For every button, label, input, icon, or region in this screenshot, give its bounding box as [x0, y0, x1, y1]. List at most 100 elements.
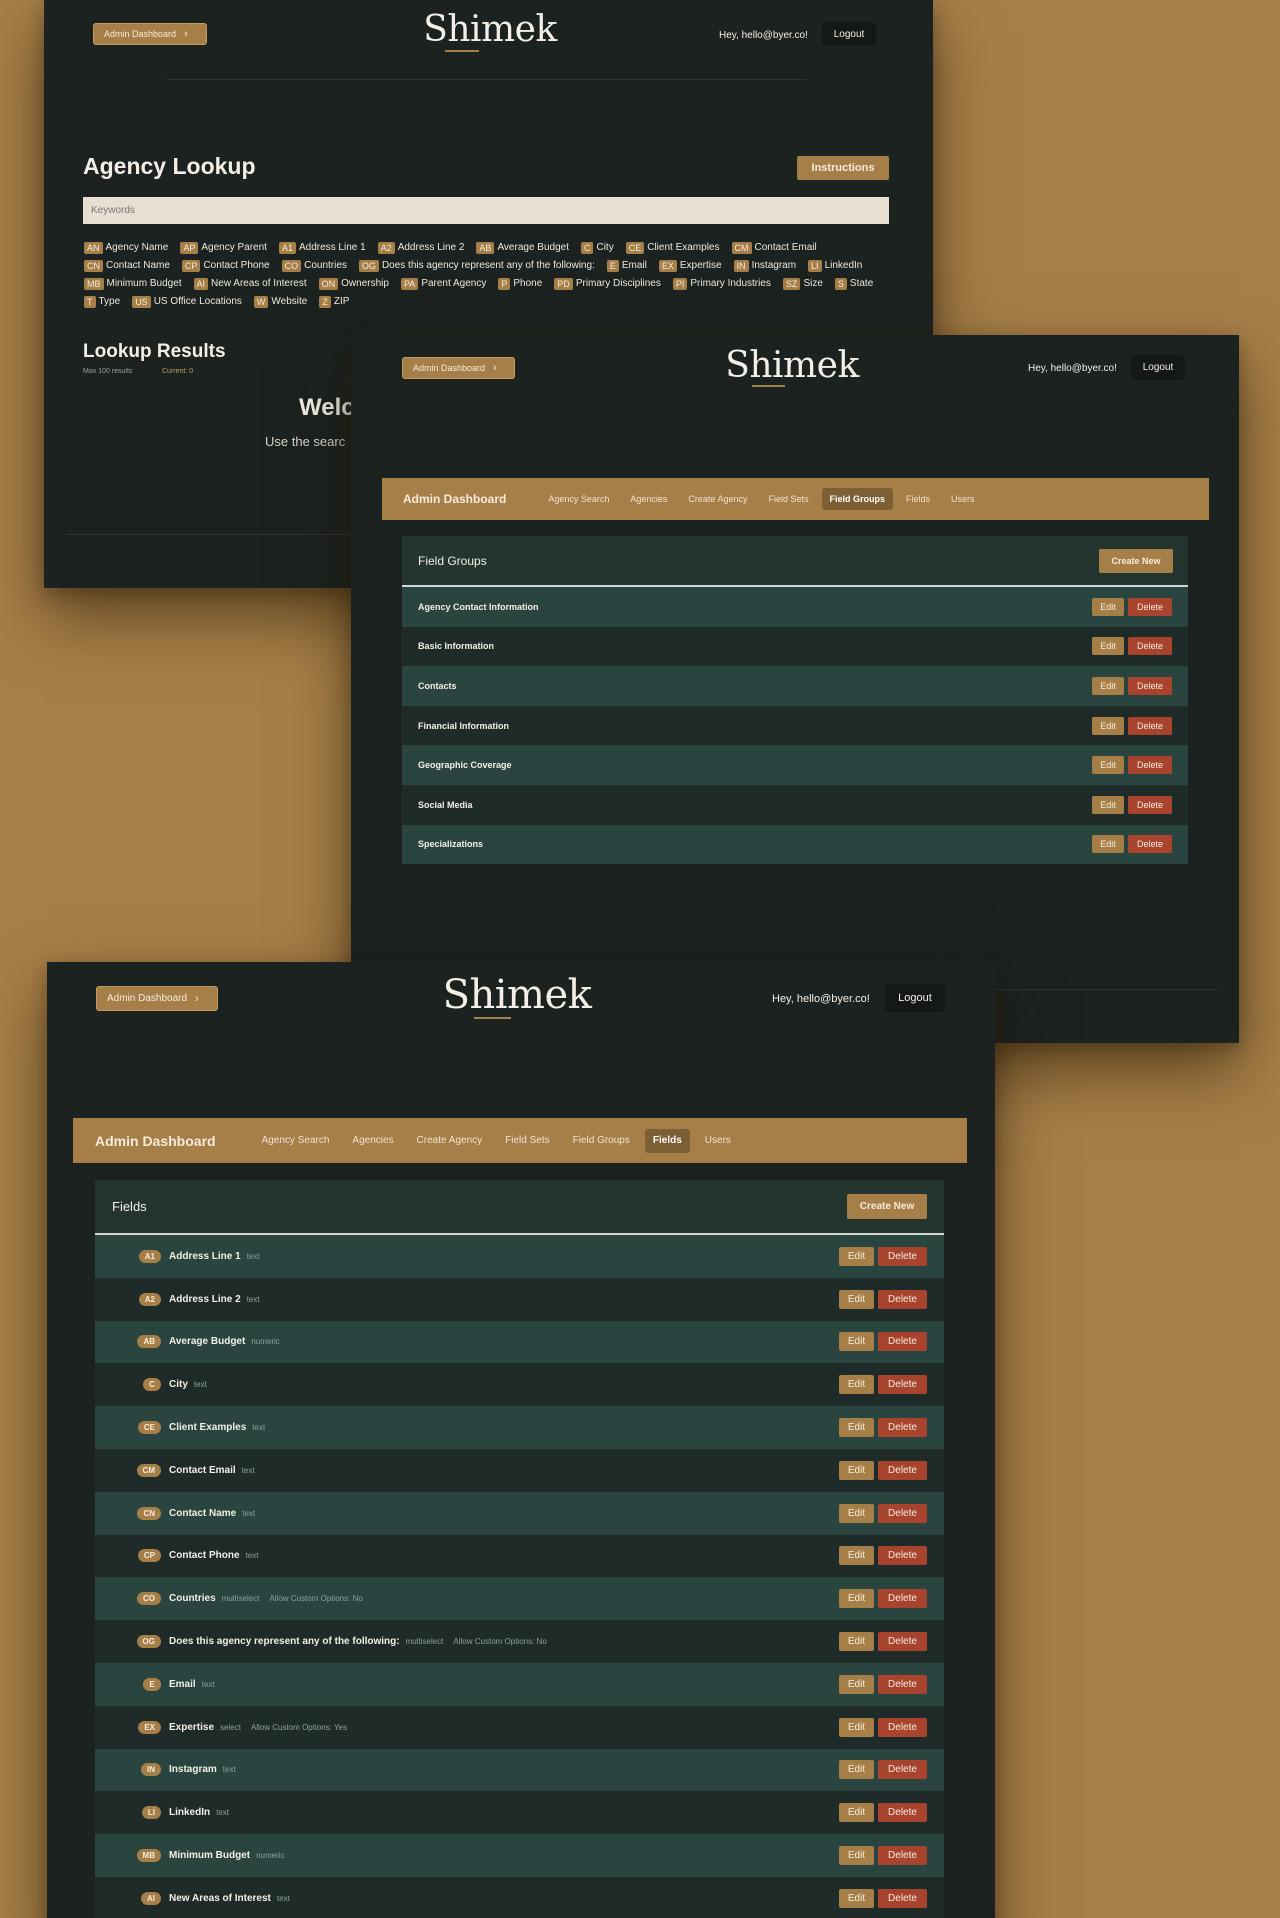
delete-button[interactable]: Delete [1128, 716, 1172, 735]
delete-button[interactable]: Delete [1128, 835, 1172, 854]
legend-item-client-examples[interactable]: CE Client Examples [625, 241, 720, 255]
delete-button[interactable]: Delete [878, 1332, 927, 1352]
legend-item-ownership[interactable]: ON Ownership [318, 277, 389, 291]
edit-button[interactable]: Edit [839, 1888, 874, 1908]
delete-button[interactable]: Delete [878, 1846, 927, 1866]
edit-button[interactable]: Edit [1092, 637, 1124, 656]
legend-item-expertise[interactable]: EX Expertise [658, 259, 722, 273]
legend-item-parent-agency[interactable]: PA Parent Agency [400, 277, 486, 291]
legend-item-zip[interactable]: Z ZIP [319, 295, 349, 309]
tab-agency-search[interactable]: Agency Search [254, 1129, 338, 1153]
legend-item-countries[interactable]: CO Countries [281, 259, 347, 273]
delete-button[interactable]: Delete [878, 1632, 927, 1652]
logout-button[interactable]: Logout [822, 22, 876, 46]
legend-item-size[interactable]: SZ Size [782, 277, 823, 291]
edit-button[interactable]: Edit [839, 1418, 874, 1438]
edit-button[interactable]: Edit [839, 1846, 874, 1866]
tab-field-sets[interactable]: Field Sets [497, 1129, 557, 1153]
edit-button[interactable]: Edit [839, 1375, 874, 1395]
edit-button[interactable]: Edit [839, 1546, 874, 1566]
legend-item-city[interactable]: C City [580, 241, 614, 255]
edit-button[interactable]: Edit [1092, 756, 1124, 775]
edit-button[interactable]: Edit [839, 1460, 874, 1480]
edit-button[interactable]: Edit [839, 1674, 874, 1694]
delete-button[interactable]: Delete [878, 1375, 927, 1395]
edit-button[interactable]: Edit [1092, 676, 1124, 695]
delete-button[interactable]: Delete [878, 1289, 927, 1309]
legend-item-phone[interactable]: P Phone [498, 277, 542, 291]
delete-button[interactable]: Delete [878, 1760, 927, 1780]
legend-item-agency-parent[interactable]: AP Agency Parent [180, 241, 267, 255]
admin-dashboard-button[interactable]: Admin Dashboard › [93, 23, 207, 45]
edit-button[interactable]: Edit [839, 1289, 874, 1309]
tab-fields[interactable]: Fields [644, 1128, 690, 1153]
tab-agencies[interactable]: Agencies [344, 1129, 401, 1153]
edit-button[interactable]: Edit [1092, 835, 1124, 854]
legend-item-us-office-locations[interactable]: US US Office Locations [132, 295, 242, 309]
create-new-button[interactable]: Create New [847, 1194, 927, 1219]
delete-button[interactable]: Delete [878, 1418, 927, 1438]
delete-button[interactable]: Delete [878, 1589, 927, 1609]
legend-item-agency-name[interactable]: AN Agency Name [84, 241, 168, 255]
create-new-button[interactable]: Create New [1099, 548, 1173, 573]
legend-item-website[interactable]: W Website [253, 295, 307, 309]
admin-dashboard-button[interactable]: Admin Dashboard › [402, 357, 515, 379]
edit-button[interactable]: Edit [1092, 795, 1124, 814]
legend-item-primary-disciplines[interactable]: PD Primary Disciplines [554, 277, 661, 291]
field-code-badge: OG [136, 1635, 161, 1649]
delete-button[interactable]: Delete [1128, 795, 1172, 814]
tab-users[interactable]: Users [697, 1129, 739, 1153]
delete-button[interactable]: Delete [878, 1717, 927, 1737]
delete-button[interactable]: Delete [878, 1674, 927, 1694]
tab-create-agency[interactable]: Create Agency [409, 1129, 491, 1153]
tab-users[interactable]: Users [943, 488, 983, 510]
legend-item-instagram[interactable]: IN Instagram [733, 259, 796, 273]
edit-button[interactable]: Edit [839, 1589, 874, 1609]
legend-item-minimum-budget[interactable]: MB Minimum Budget [84, 277, 182, 291]
legend-item-contact-phone[interactable]: CP Contact Phone [181, 259, 270, 273]
edit-button[interactable]: Edit [839, 1503, 874, 1523]
legend-item-type[interactable]: T Type [84, 295, 120, 309]
delete-button[interactable]: Delete [1128, 637, 1172, 656]
delete-button[interactable]: Delete [1128, 676, 1172, 695]
tab-agency-search[interactable]: Agency Search [540, 488, 617, 510]
legend-item-new-areas-of-interest[interactable]: AI New Areas of Interest [193, 277, 307, 291]
legend-item-contact-name[interactable]: CN Contact Name [84, 259, 170, 273]
delete-button[interactable]: Delete [878, 1803, 927, 1823]
legend-item-contact-email[interactable]: CM Contact Email [731, 241, 817, 255]
logout-button[interactable]: Logout [1131, 355, 1185, 380]
legend-item-email[interactable]: E Email [606, 259, 647, 273]
delete-button[interactable]: Delete [1128, 756, 1172, 775]
logout-button[interactable]: Logout [885, 984, 945, 1012]
tab-agencies[interactable]: Agencies [622, 488, 675, 510]
delete-button[interactable]: Delete [878, 1460, 927, 1480]
edit-button[interactable]: Edit [839, 1803, 874, 1823]
edit-button[interactable]: Edit [1092, 597, 1124, 616]
edit-button[interactable]: Edit [839, 1332, 874, 1352]
tab-field-groups[interactable]: Field Groups [821, 488, 894, 510]
delete-button[interactable]: Delete [878, 1546, 927, 1566]
admin-dashboard-button[interactable]: Admin Dashboard › [96, 986, 218, 1011]
tab-field-groups[interactable]: Field Groups [565, 1129, 638, 1153]
tab-create-agency[interactable]: Create Agency [680, 488, 755, 510]
legend-item-address-line-2[interactable]: A2 Address Line 2 [377, 241, 464, 255]
legend-item-address-line-1[interactable]: A1 Address Line 1 [278, 241, 366, 255]
tab-field-sets[interactable]: Field Sets [760, 488, 816, 510]
legend-item-does-this-agency-represent-any-of-the-following[interactable]: OG Does this agency represent any of the … [358, 259, 595, 273]
delete-button[interactable]: Delete [878, 1888, 927, 1908]
legend-item-linkedin[interactable]: LI LinkedIn [808, 259, 862, 273]
delete-button[interactable]: Delete [878, 1503, 927, 1523]
delete-button[interactable]: Delete [1128, 597, 1172, 616]
delete-button[interactable]: Delete [878, 1246, 927, 1266]
edit-button[interactable]: Edit [1092, 716, 1124, 735]
edit-button[interactable]: Edit [839, 1632, 874, 1652]
keywords-input[interactable] [83, 197, 889, 224]
edit-button[interactable]: Edit [839, 1717, 874, 1737]
instructions-button[interactable]: Instructions [797, 156, 889, 180]
legend-item-primary-industries[interactable]: PI Primary Industries [672, 277, 771, 291]
edit-button[interactable]: Edit [839, 1246, 874, 1266]
legend-item-average-budget[interactable]: AB Average Budget [476, 241, 569, 255]
legend-item-state[interactable]: S State [834, 277, 873, 291]
tab-fields[interactable]: Fields [898, 488, 938, 510]
edit-button[interactable]: Edit [839, 1760, 874, 1780]
